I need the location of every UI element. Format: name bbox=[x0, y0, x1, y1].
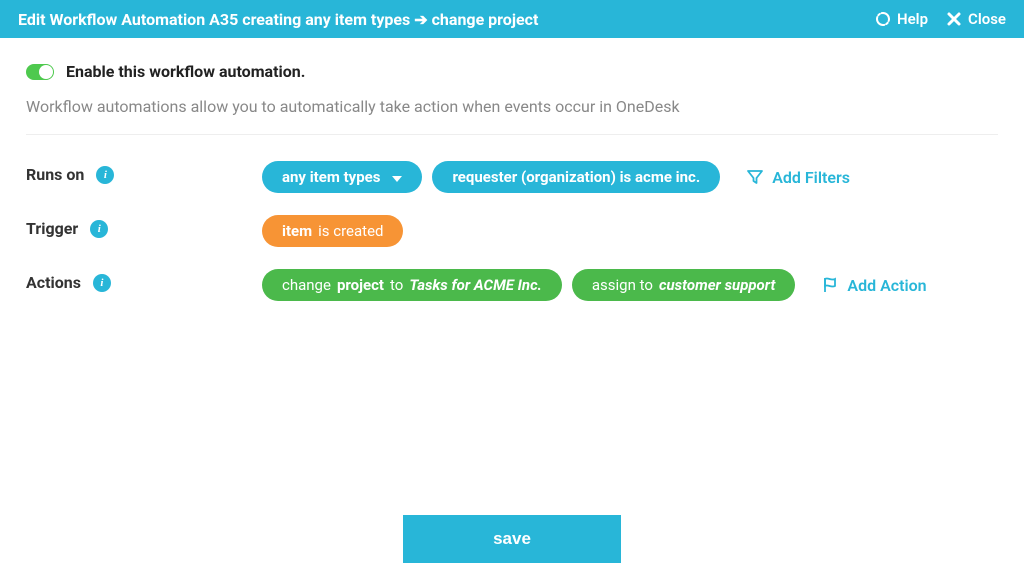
close-button[interactable]: Close bbox=[946, 10, 1006, 28]
dialog-header: Edit Workflow Automation A35 creating an… bbox=[0, 0, 1024, 38]
enable-label: Enable this workflow automation. bbox=[66, 62, 305, 81]
flag-icon bbox=[821, 276, 839, 294]
trigger-pill[interactable]: item is created bbox=[262, 215, 403, 247]
config-section: Runs on i any item types requester (orga… bbox=[26, 161, 998, 301]
add-filters-button[interactable]: Add Filters bbox=[746, 168, 850, 187]
trigger-subject: item bbox=[282, 222, 312, 240]
runs-on-row: Runs on i any item types requester (orga… bbox=[26, 161, 998, 193]
trigger-verb: is created bbox=[318, 222, 383, 240]
action-pill[interactable]: change project to Tasks for ACME Inc. bbox=[262, 269, 562, 301]
action-verb: assign to bbox=[592, 276, 653, 294]
enable-toggle[interactable] bbox=[26, 64, 54, 80]
filter-icon bbox=[746, 168, 764, 186]
enable-row: Enable this workflow automation. bbox=[26, 62, 998, 81]
runs-on-pills: any item types requester (organization) … bbox=[262, 161, 998, 193]
runs-on-label-col: Runs on i bbox=[26, 161, 262, 184]
action-value: customer support bbox=[659, 276, 775, 294]
close-icon bbox=[946, 11, 962, 27]
dialog-title: Edit Workflow Automation A35 creating an… bbox=[18, 10, 538, 29]
trigger-label: Trigger bbox=[26, 219, 78, 238]
add-filters-label: Add Filters bbox=[772, 168, 850, 187]
item-type-label: any item types bbox=[282, 168, 380, 186]
trigger-pills: item is created bbox=[262, 215, 998, 247]
trigger-row: Trigger i item is created bbox=[26, 215, 998, 247]
action-field: project bbox=[337, 276, 384, 294]
action-value: Tasks for ACME Inc. bbox=[409, 276, 542, 294]
actions-label: Actions bbox=[26, 273, 81, 292]
save-button[interactable]: save bbox=[403, 515, 621, 563]
header-actions: Help Close bbox=[875, 10, 1006, 28]
action-pill[interactable]: assign to customer support bbox=[572, 269, 796, 301]
add-action-label: Add Action bbox=[847, 276, 926, 295]
filter-pill[interactable]: requester (organization) is acme inc. bbox=[432, 161, 720, 193]
actions-row: Actions i change project to Tasks for AC… bbox=[26, 269, 998, 301]
actions-pills: change project to Tasks for ACME Inc. as… bbox=[262, 269, 998, 301]
info-icon[interactable]: i bbox=[96, 166, 114, 184]
action-verb: change bbox=[282, 276, 331, 294]
info-icon[interactable]: i bbox=[93, 274, 111, 292]
close-label: Close bbox=[968, 10, 1006, 28]
info-icon[interactable]: i bbox=[90, 220, 108, 238]
help-icon bbox=[875, 11, 891, 27]
help-button[interactable]: Help bbox=[875, 10, 928, 28]
dialog-content: Enable this workflow automation. Workflo… bbox=[0, 38, 1024, 301]
trigger-label-col: Trigger i bbox=[26, 215, 262, 238]
item-type-dropdown[interactable]: any item types bbox=[262, 161, 422, 193]
action-to: to bbox=[390, 276, 403, 294]
chevron-down-icon bbox=[392, 168, 402, 186]
filter-pill-label: requester (organization) is acme inc. bbox=[452, 168, 700, 186]
runs-on-label: Runs on bbox=[26, 165, 84, 184]
add-action-button[interactable]: Add Action bbox=[821, 276, 926, 295]
description-text: Workflow automations allow you to automa… bbox=[26, 97, 998, 135]
help-label: Help bbox=[897, 10, 928, 28]
actions-label-col: Actions i bbox=[26, 269, 262, 292]
dialog-footer: save bbox=[0, 501, 1024, 577]
